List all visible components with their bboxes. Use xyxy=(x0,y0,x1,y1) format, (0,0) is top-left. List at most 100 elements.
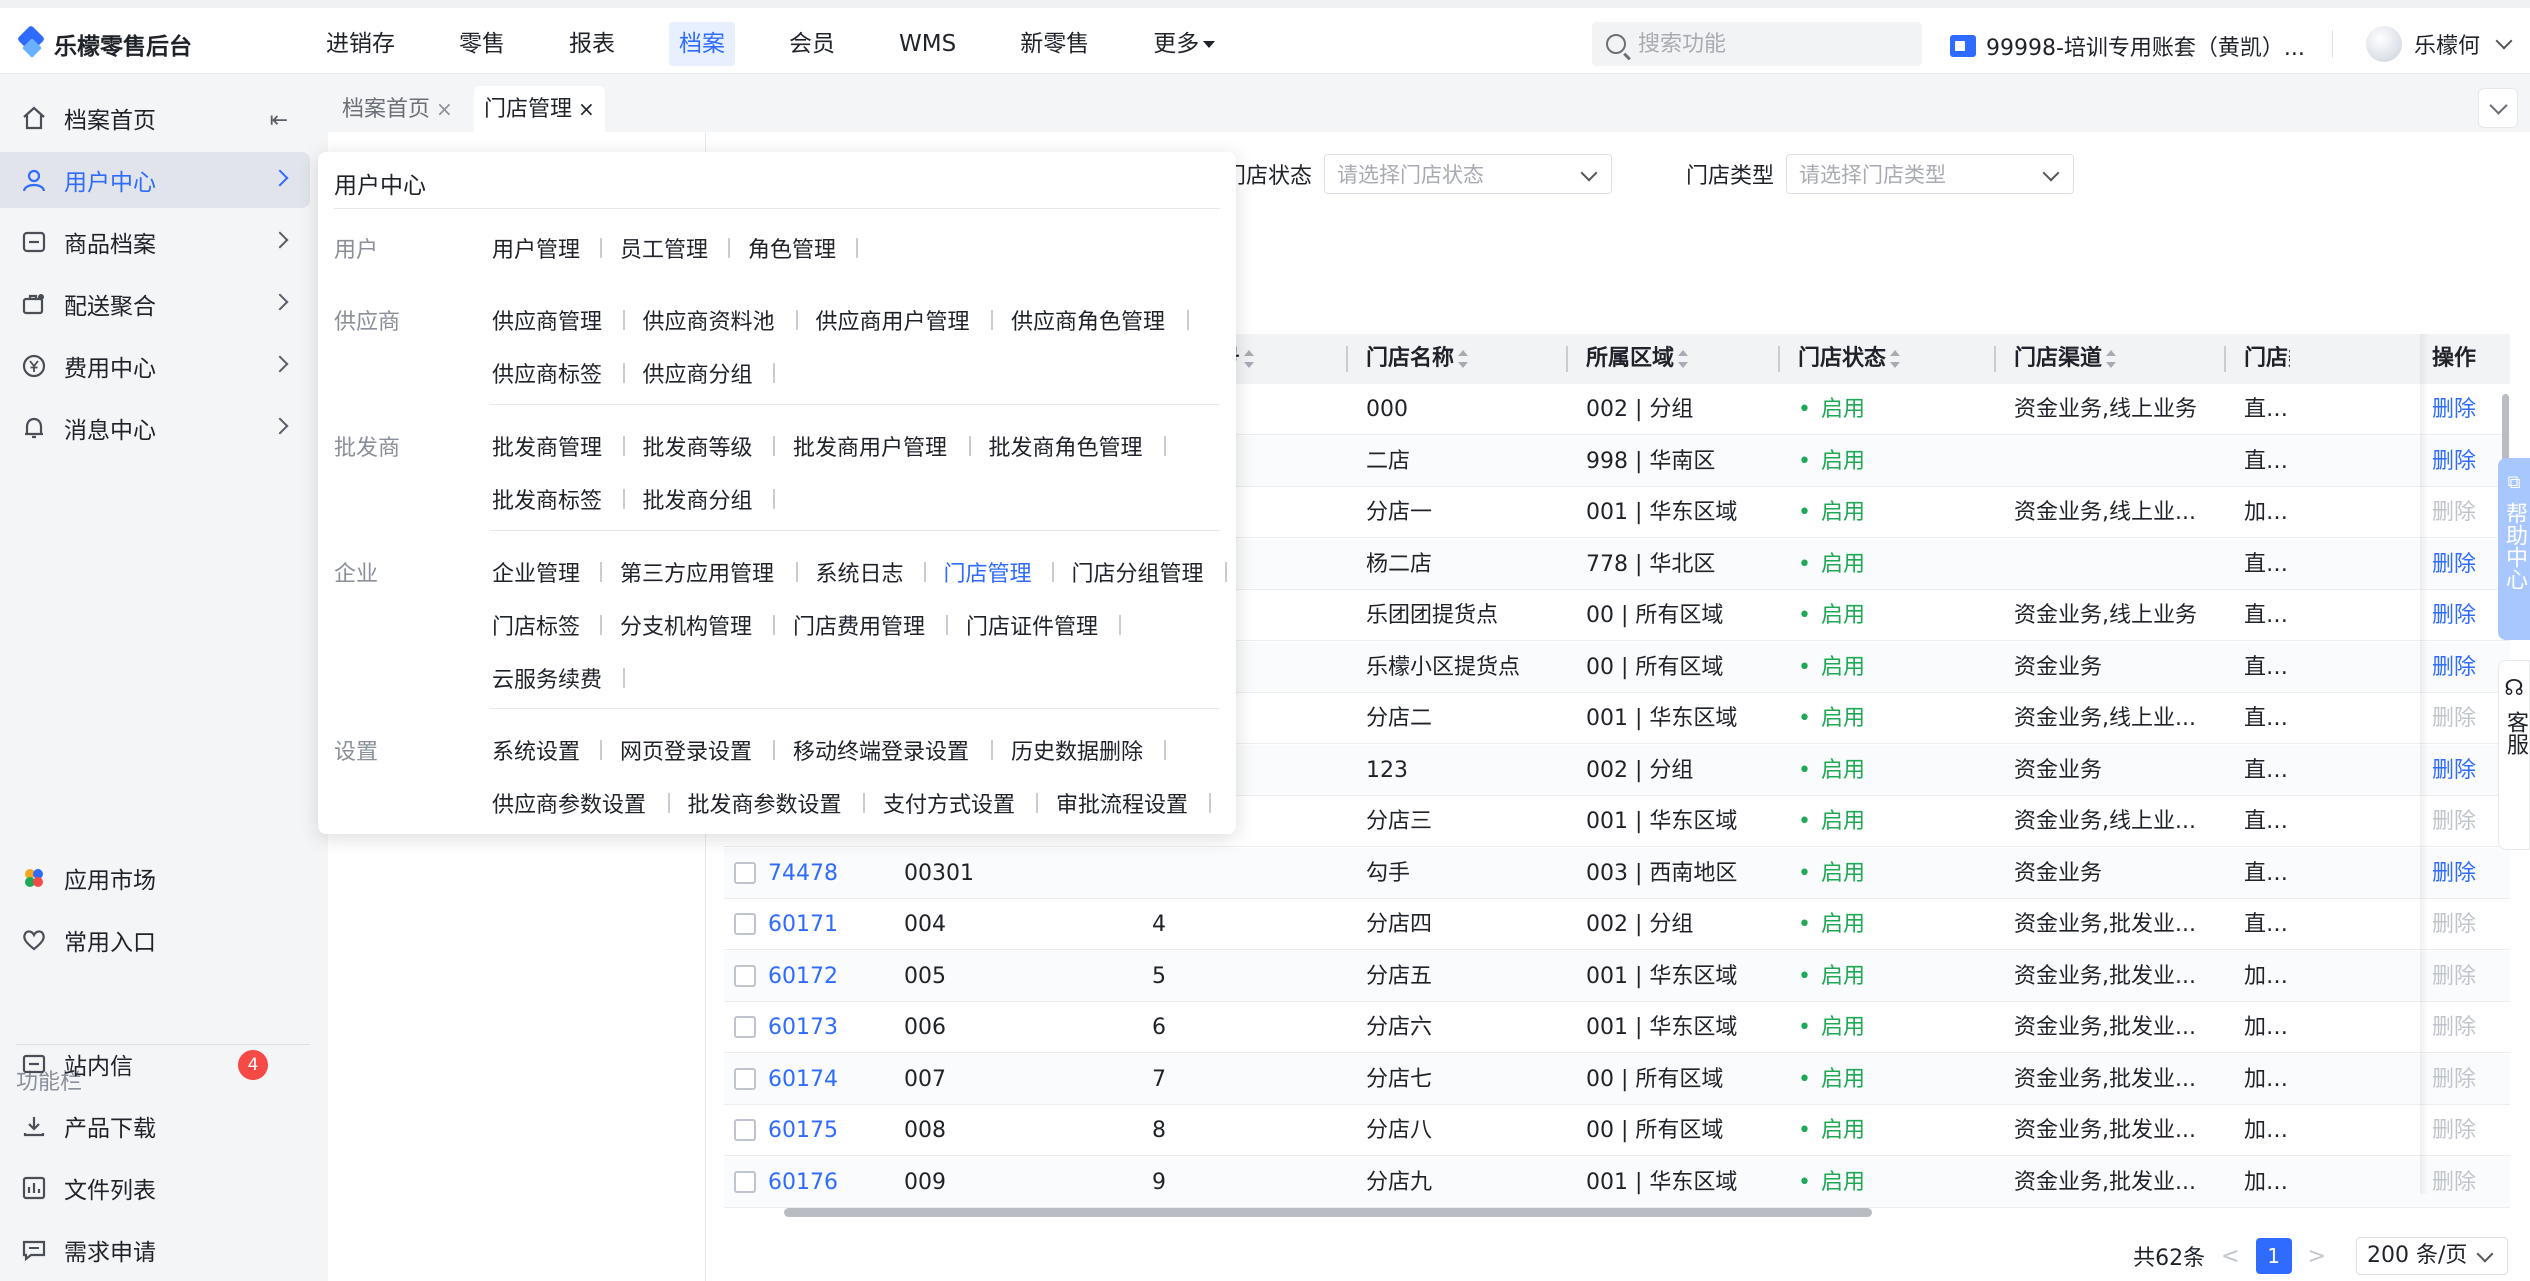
row-checkbox[interactable] xyxy=(734,1067,756,1090)
popup-menu-link[interactable]: 供应商分组 xyxy=(643,357,753,389)
top-nav-item[interactable]: 会员 xyxy=(779,22,845,66)
customer-service-button[interactable]: ☊ 客服 xyxy=(2498,660,2530,850)
store-status-select[interactable]: 请选择门店状态 xyxy=(1324,154,1613,194)
popup-menu-link[interactable]: 企业管理 xyxy=(492,556,580,588)
column-resize-handle[interactable] xyxy=(1346,346,1348,372)
top-nav-item[interactable]: WMS xyxy=(889,22,966,66)
account-switcher[interactable]: 99998-培训专用账套（黄凯）... xyxy=(1950,28,2305,64)
table-row[interactable]: 60172 005 5 分店五 001 | 华东区域 启用资金业务,批发业... 加盟店 删除 xyxy=(724,950,2510,1002)
next-page-button[interactable]: > xyxy=(2308,1244,2326,1269)
popup-menu-link[interactable]: 系统日志 xyxy=(816,556,904,588)
popup-menu-link[interactable]: 员工管理 xyxy=(620,232,708,264)
sidebar-func-item[interactable]: 需求申请 xyxy=(0,1222,310,1278)
tab-archive-home[interactable]: 档案首页 × xyxy=(332,86,463,132)
store-type-select[interactable]: 请选择门店类型 xyxy=(1786,154,2075,194)
top-nav-item[interactable]: 零售 xyxy=(449,22,515,66)
sidebar-bottom-item[interactable]: 常用入口 xyxy=(0,912,310,968)
column-header[interactable]: 门店渠道 xyxy=(2002,334,2117,384)
popup-menu-link[interactable]: 分支机构管理 xyxy=(620,609,752,641)
popup-menu-link[interactable]: 审批流程设置 xyxy=(1056,787,1188,819)
popup-menu-link[interactable]: 历史数据删除 xyxy=(1011,734,1143,766)
popup-menu-link[interactable]: 门店管理 xyxy=(944,556,1032,588)
column-header[interactable]: 所属区域 xyxy=(1574,334,1689,384)
user-menu[interactable]: 乐檬何 xyxy=(2366,24,2513,64)
popup-menu-link[interactable]: 角色管理 xyxy=(748,232,836,264)
help-center-button[interactable]: ⧉ 帮助中心 xyxy=(2498,458,2530,640)
popup-menu-link[interactable]: 批发商参数设置 xyxy=(688,787,842,819)
tab-overflow-button[interactable] xyxy=(2478,88,2518,128)
column-resize-handle[interactable] xyxy=(1566,346,1568,372)
row-checkbox[interactable] xyxy=(734,1119,756,1141)
popup-menu-link[interactable]: 门店费用管理 xyxy=(793,609,925,641)
popup-menu-link[interactable]: 供应商参数设置 xyxy=(492,787,646,819)
app-logo[interactable]: 乐檬零售后台 xyxy=(18,24,192,64)
table-row[interactable]: 60173 006 6 分店六 001 | 华东区域 启用资金业务,批发业... 加盟店 删除 xyxy=(724,1002,2510,1053)
column-header[interactable]: 门店状态 xyxy=(1786,334,1901,384)
column-header[interactable]: 门店类型 xyxy=(2232,334,2290,384)
top-nav-item[interactable]: 进销存 xyxy=(316,22,405,66)
popup-menu-link[interactable]: 移动终端登录设置 xyxy=(793,734,969,766)
popup-menu-link[interactable]: 门店证件管理 xyxy=(966,609,1098,641)
delete-button[interactable]: 删除 xyxy=(2420,384,2506,435)
popup-menu-link[interactable]: 批发商用户管理 xyxy=(793,430,947,462)
row-checkbox[interactable] xyxy=(734,913,756,935)
popup-menu-link[interactable]: 门店分组管理 xyxy=(1072,556,1204,588)
popup-menu-link[interactable]: 供应商用户管理 xyxy=(816,304,970,336)
column-header[interactable]: 操作 xyxy=(2420,334,2476,384)
page-size-select[interactable]: 200 条/页 xyxy=(2356,1237,2508,1275)
sidebar-item[interactable]: 费用中心 xyxy=(0,338,310,394)
sort-icon[interactable] xyxy=(1678,350,1689,368)
popup-menu-link[interactable]: 系统设置 xyxy=(492,734,580,766)
top-nav-item[interactable]: 新零售 xyxy=(1010,22,1099,66)
table-row[interactable]: 60176 009 9 分店九 001 | 华东区域 启用资金业务,批发业... 加盟店 删除 xyxy=(724,1156,2510,1208)
popup-menu-link[interactable]: 批发商管理 xyxy=(492,430,602,462)
function-search[interactable] xyxy=(1592,22,1922,66)
row-checkbox[interactable] xyxy=(734,964,756,987)
popup-menu-link[interactable]: 批发商标签 xyxy=(492,483,602,515)
collapse-sidebar-icon[interactable]: ⇤ xyxy=(270,108,288,133)
search-input[interactable] xyxy=(1638,31,1908,57)
row-checkbox[interactable] xyxy=(734,861,756,884)
sidebar-item[interactable]: 配送聚合 xyxy=(0,276,310,332)
column-header[interactable]: 门店名称 xyxy=(1354,334,1469,384)
delete-button[interactable]: 删除 xyxy=(2420,436,2506,487)
popup-menu-link[interactable]: 第三方应用管理 xyxy=(620,556,774,588)
sidebar-item[interactable]: 消息中心 xyxy=(0,400,310,456)
column-resize-handle[interactable] xyxy=(1778,346,1780,372)
store-id-link[interactable]: 60172 xyxy=(756,951,886,1002)
vertical-scrollbar[interactable] xyxy=(2502,394,2509,464)
delete-button[interactable]: 删除 xyxy=(2420,745,2506,796)
close-icon[interactable]: × xyxy=(578,97,595,121)
popup-menu-link[interactable]: 支付方式设置 xyxy=(883,787,1015,819)
sort-icon[interactable] xyxy=(1890,350,1901,368)
delete-button[interactable]: 删除 xyxy=(2420,590,2506,641)
popup-menu-link[interactable]: 供应商管理 xyxy=(492,304,602,336)
store-id-link[interactable]: 60173 xyxy=(756,1002,886,1053)
sidebar-bottom-item[interactable]: 应用市场 xyxy=(0,850,310,906)
top-nav-item[interactable]: 更多 xyxy=(1143,22,1225,66)
popup-menu-link[interactable]: 供应商资料池 xyxy=(643,304,775,336)
store-id-link[interactable]: 60171 xyxy=(756,899,886,950)
sort-icon[interactable] xyxy=(1244,350,1255,368)
popup-menu-link[interactable]: 批发商分组 xyxy=(643,483,753,515)
sidebar-item[interactable]: 档案首页 ⇤ xyxy=(0,90,310,146)
table-row[interactable]: 60174 007 7 分店七 00 | 所有区域 启用资金业务,批发业... 加盟店 删除 xyxy=(724,1053,2510,1105)
popup-menu-link[interactable]: 网页登录设置 xyxy=(620,734,752,766)
store-id-link[interactable]: 60174 xyxy=(756,1054,886,1105)
tab-store-management[interactable]: 门店管理 × xyxy=(474,86,605,132)
popup-menu-link[interactable]: 用户管理 xyxy=(492,232,580,264)
table-row[interactable]: 60175 008 8 分店八 00 | 所有区域 启用资金业务,批发业... 加盟店 删除 xyxy=(724,1105,2510,1156)
popup-menu-link[interactable]: 云服务续费 xyxy=(492,662,602,694)
column-resize-handle[interactable] xyxy=(1994,346,1996,372)
horizontal-scrollbar[interactable] xyxy=(784,1208,1872,1217)
sort-icon[interactable] xyxy=(1458,350,1469,368)
sidebar-func-item[interactable]: 产品下载 xyxy=(0,1098,310,1154)
top-nav-item[interactable]: 档案 xyxy=(669,22,735,66)
page-1-button[interactable]: 1 xyxy=(2255,1238,2292,1274)
sidebar-func-item[interactable]: 站内信 4 xyxy=(0,1036,310,1092)
popup-menu-link[interactable]: 供应商角色管理 xyxy=(1011,304,1165,336)
row-checkbox[interactable] xyxy=(734,1170,756,1193)
table-row[interactable]: 60171 004 4 分店四 002 | 分组 启用资金业务,批发业... 直营店 删除 xyxy=(724,899,2510,950)
sidebar-item[interactable]: 商品档案 xyxy=(0,214,310,270)
delete-button[interactable]: 删除 xyxy=(2420,848,2506,899)
